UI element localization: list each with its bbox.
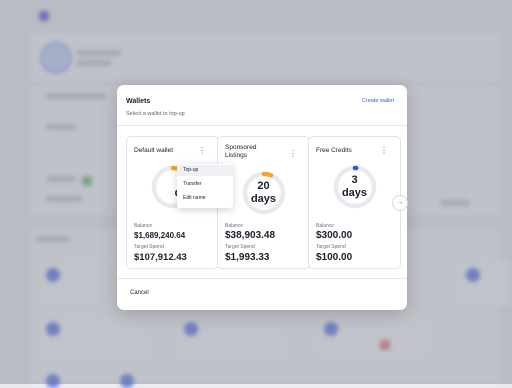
balance-value: $300.00 bbox=[316, 230, 353, 241]
more-vertical-icon[interactable]: ⋮ bbox=[289, 150, 297, 158]
wallet-context-menu: Top-up Transfer Edit name bbox=[177, 164, 233, 208]
balance-label: Balance bbox=[134, 223, 153, 229]
modal-subtitle: Select a wallet to top-up bbox=[126, 111, 185, 117]
balance-label: Balance bbox=[316, 223, 335, 229]
balance-label: Balance bbox=[225, 223, 244, 229]
target-spend-label: Target Spend bbox=[225, 244, 255, 250]
modal-title: Wallets bbox=[126, 98, 151, 105]
days-number: 20 bbox=[257, 180, 270, 192]
target-spend-label: Target Spend bbox=[134, 244, 164, 250]
create-wallet-link[interactable]: Create wallet bbox=[362, 98, 394, 104]
footer-divider bbox=[117, 278, 407, 279]
wallets-modal: Wallets Select a wallet to top-up Create… bbox=[117, 85, 408, 310]
wallet-name: Default wallet bbox=[134, 147, 174, 154]
menu-item-top-up[interactable]: Top-up bbox=[177, 165, 233, 176]
menu-item-transfer[interactable]: Transfer bbox=[177, 179, 233, 190]
days-unit: days bbox=[250, 193, 277, 205]
wallet-name: Sponsored Listings bbox=[225, 144, 257, 159]
wallet-name: Free Credits bbox=[316, 147, 352, 154]
days-remaining: 3 days bbox=[309, 174, 400, 200]
target-spend-label: Target Spend bbox=[316, 244, 346, 250]
menu-item-edit-name[interactable]: Edit name bbox=[177, 193, 233, 204]
arrow-right-icon[interactable]: → bbox=[392, 195, 408, 211]
cancel-button[interactable]: Cancel bbox=[130, 290, 149, 296]
wallet-card-free-credits[interactable]: Free Credits ⋮ 3 days → Balance $300.00 … bbox=[308, 136, 408, 269]
wallet-card-default[interactable]: Default wallet ⋮ 1 da Balance $1,689,240… bbox=[126, 136, 233, 269]
target-spend-value: $107,912.43 bbox=[134, 252, 187, 263]
more-vertical-icon[interactable]: ⋮ bbox=[198, 147, 206, 155]
target-spend-value: $1,993.33 bbox=[225, 252, 270, 263]
target-spend-value: $100.00 bbox=[316, 252, 353, 263]
header-divider bbox=[117, 125, 407, 126]
balance-value: $38,903.48 bbox=[225, 230, 276, 241]
balance-value: $1,689,240.64 bbox=[134, 231, 186, 240]
days-number: 3 bbox=[351, 174, 358, 186]
days-unit: days bbox=[341, 187, 368, 199]
more-vertical-icon[interactable]: ⋮ bbox=[380, 147, 388, 155]
